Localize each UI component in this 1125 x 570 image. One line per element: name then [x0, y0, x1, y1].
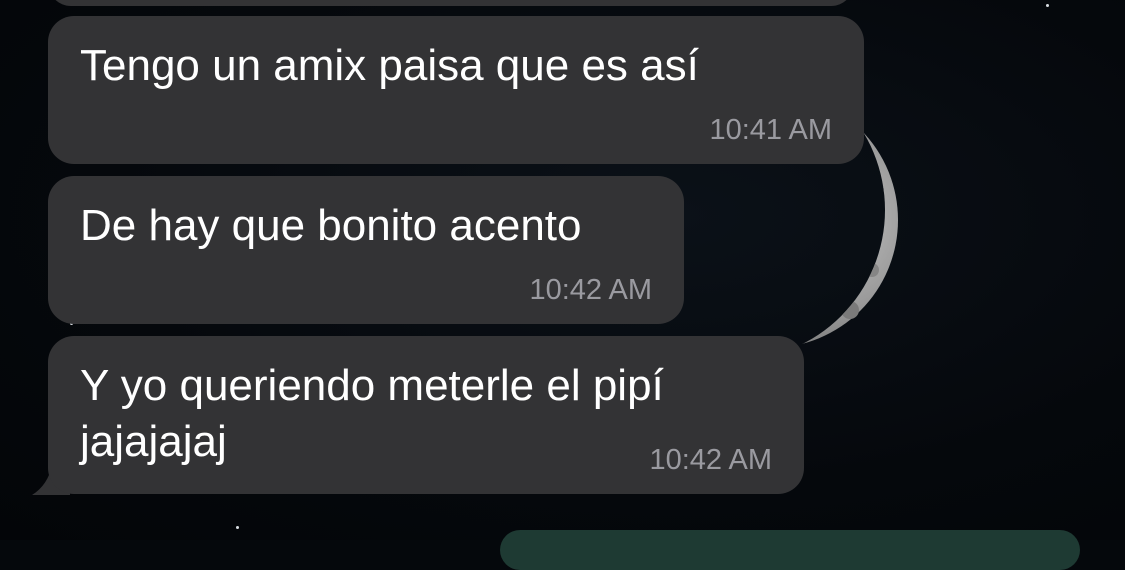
message-timestamp: 10:42 AM	[529, 274, 652, 306]
star-dot	[236, 526, 239, 529]
incoming-message-bubble[interactable]: Y yo queriendo meterle el pipí jajajajaj…	[48, 336, 804, 494]
incoming-message-bubble[interactable]: De hay que bonito acento 10:42 AM	[48, 176, 684, 324]
star-dot	[1046, 4, 1049, 7]
incoming-message-bubble[interactable]: Tengo un amix paisa que es así 10:41 AM	[48, 16, 864, 164]
message-text: De hay que bonito acento	[80, 201, 582, 250]
message-text: Tengo un amix paisa que es así	[80, 41, 699, 90]
message-timestamp: 10:41 AM	[709, 114, 832, 146]
message-timestamp: 10:42 AM	[649, 444, 772, 476]
previous-message-bubble[interactable]	[48, 0, 854, 6]
outgoing-message-bubble[interactable]	[500, 530, 1080, 570]
